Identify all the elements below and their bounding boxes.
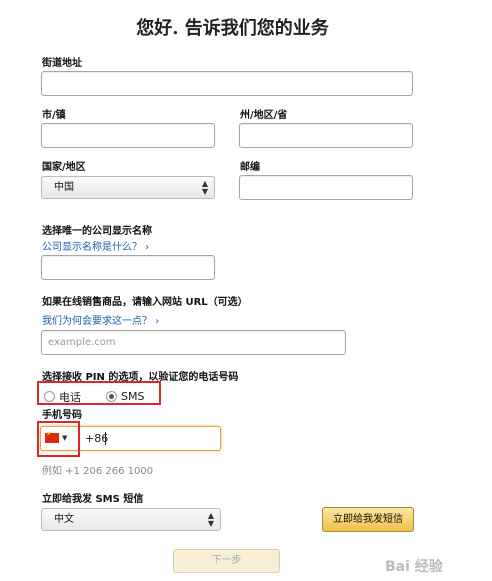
radio-sms[interactable]: SMS — [106, 386, 144, 405]
display-name-help-link[interactable]: 公司显示名称是什么？ › — [42, 238, 149, 253]
radio-phone-button[interactable] — [44, 391, 55, 402]
zip-input[interactable] — [239, 175, 413, 200]
country-select[interactable]: 中国 ▲ ▼ — [41, 176, 215, 199]
radio-sms-label: SMS — [121, 390, 145, 403]
state-input[interactable] — [239, 123, 413, 148]
mobile-example: 例如 +1 206 266 1000 — [42, 466, 154, 477]
display-name-input[interactable] — [41, 255, 215, 280]
city-input[interactable] — [41, 123, 215, 148]
sms-language-select[interactable]: 中文 ▲ ▼ — [41, 508, 221, 531]
zip-label: 邮编 — [240, 162, 260, 173]
china-flag-icon — [45, 430, 59, 443]
website-placeholder: example.com — [48, 337, 116, 348]
street-address-input[interactable] — [41, 71, 413, 96]
website-help-link[interactable]: 我们为何会要求这一点？ › — [42, 312, 159, 327]
radio-sms-button[interactable] — [106, 391, 117, 402]
dropdown-arrow-icon: ▼ — [62, 434, 68, 442]
radio-phone-label: 电话 — [59, 390, 81, 404]
text-cursor — [105, 432, 106, 445]
next-button[interactable]: 下一步 — [173, 549, 280, 573]
sms-language-value: 中文 — [54, 514, 74, 525]
radio-phone[interactable]: 电话 — [44, 386, 81, 405]
street-address-label: 街道地址 — [42, 58, 82, 69]
mobile-label: 手机号码 — [42, 410, 82, 421]
state-label: 州/地区/省 — [240, 110, 288, 121]
select-arrows-icon: ▲ ▼ — [201, 179, 208, 196]
sms-label: 立即给我发 SMS 短信 — [42, 494, 144, 505]
page-title: 您好. 告诉我们您的业务 — [136, 18, 329, 39]
watermark: Bai 经验 — [385, 559, 443, 575]
website-label: 如果在线销售商品，请输入网站 URL（可选） — [42, 297, 248, 308]
select-arrows-icon: ▲ ▼ — [207, 511, 214, 528]
phone-country-selector[interactable]: ▼ — [45, 430, 68, 443]
city-label: 市/镇 — [42, 110, 66, 121]
send-sms-button[interactable]: 立即给我发短信 — [322, 507, 414, 532]
website-input[interactable]: example.com — [41, 330, 346, 355]
country-select-value: 中国 — [54, 182, 74, 193]
display-name-label: 选择唯一的公司显示名称 — [42, 226, 152, 237]
country-label: 国家/地区 — [42, 162, 86, 173]
